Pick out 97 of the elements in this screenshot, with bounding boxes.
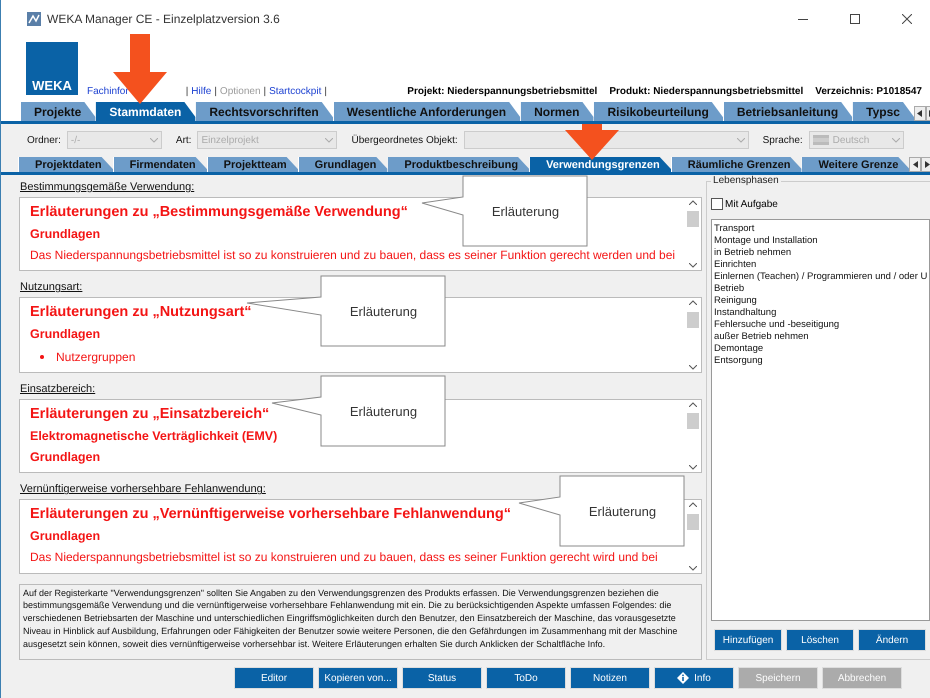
list-item[interactable]: Demontage [714,343,928,355]
list-action-button[interactable]: Hinzufügen [714,629,782,651]
close-icon[interactable] [902,14,912,24]
explanation-subheading: Grundlagen [30,327,100,342]
scrollbar-thumb[interactable] [687,211,700,228]
sub-tab[interactable]: Firmendaten [112,157,210,172]
action-button[interactable]: Status [402,667,482,689]
list-item[interactable]: Transport [714,223,928,235]
bullet-item: Nutzergruppen [56,350,136,364]
link-separator: | [214,86,217,97]
section-label: Bestimmungsgemäße Verwendung: [19,180,196,195]
list-item[interactable]: Einrichten [714,259,928,271]
window-title: WEKA Manager CE - Einzelplatzversion 3.6 [47,12,281,26]
list-item[interactable]: in Betrieb nehmen [714,247,928,259]
sub-tab[interactable]: Verwendungsgrenzen [529,157,674,172]
main-tab[interactable]: Typsc [852,102,917,121]
group-title: Lebensphasen [711,175,781,186]
scroll-down-icon[interactable] [689,465,698,470]
explanation-subheading: Grundlagen [30,529,100,544]
sub-tab[interactable]: Projektteam [206,157,301,172]
dropdown-caret-icon [736,138,745,142]
scroll-down-icon[interactable] [689,365,698,370]
main-tab[interactable]: Rechtsvorschriften [195,102,336,121]
explanation-heading: Erläuterungen zu „Bestimmungsgemäße Verwendung“ [30,204,408,220]
list-item[interactable]: Entsorgung [714,355,928,367]
list-action-button[interactable]: Ändern [858,629,926,651]
menu-link[interactable]: Fachinfor [87,86,129,97]
project-info: Projekt: Niederspannungsbetriebsmittel [407,86,598,97]
scroll-up-icon[interactable] [689,300,698,306]
scroll-up-icon[interactable] [689,200,698,205]
dropdown-caret-icon [325,138,334,142]
dropdown-caret-icon [892,138,900,142]
project-info: Verzeichnis: P1018547 [815,86,922,97]
action-button[interactable]: Kopieren von... [318,667,398,689]
filter-label: Ordner: [27,134,61,146]
explanation-text: Das Niederspannungsbetriebsmittel ist so zu konstruieren und zu bauen, dass es seiner Funktion gerecht wird und bei [30,550,658,564]
scrollbar-thumb[interactable] [687,312,700,328]
scroll-left-icon[interactable] [909,157,922,172]
action-button[interactable]: Editor [234,667,314,689]
action-button[interactable]: ToDo [486,667,566,689]
explanation-subheading: Grundlagen [30,450,100,464]
explanation-heading: Erläuterungen zu „Vernünftigerweise vorhersehbare Fehlanwendung“ [30,506,512,522]
checkbox-row[interactable]: Mit Aufgabe [711,198,930,210]
menu-link[interactable]: Startcockpit [269,86,322,97]
scroll-right-icon[interactable] [921,157,930,172]
sub-tab[interactable]: Projektdaten [18,157,116,172]
scroll-up-icon[interactable] [689,502,698,508]
filter-label: Übergeordnetes Objekt: [351,134,458,146]
section-label: Vernünftigerweise vorhersehbare Fehlanwendung: [19,482,267,498]
scrollbar-thumb[interactable] [687,413,700,430]
filter-label: Art: [176,134,192,146]
list-item[interactable]: Betrieb [714,283,928,295]
list-item[interactable]: Montage und Installation [714,235,928,247]
menu-link[interactable]: Hilfe [191,86,212,97]
list-item[interactable]: Fehlersuche und -beseitigung [714,319,928,331]
scrollbar[interactable] [685,298,702,372]
info-icon [677,672,690,684]
filter-label: Sprache: [762,134,803,146]
scrollbar[interactable] [685,500,702,573]
explanation-text: Das Niederspannungsbetriebsmittel ist so zu konstruieren und zu bauen, dass es seiner Funktion gerecht werden und bei [30,248,676,262]
explanation-heading: Erläuterungen zu „Nutzungsart“ [30,304,252,320]
app-icon [27,12,41,26]
explanation-subheading: Elektromagnetische Verträglichkeit (EMV) [30,429,278,444]
scroll-left-icon[interactable] [914,106,926,121]
section-label: Einsatzbereich: [19,382,96,398]
dropdown-caret-icon [150,138,158,142]
action-button[interactable]: Notizen [570,667,650,689]
scroll-up-icon[interactable] [689,402,698,408]
info-text: Auf der Registerkarte "Verwendungsgrenzen" sollten Sie Angaben zu den Verwendungsgrenzen des Produkts erfassen. Die Verwendungsgrenzen beziehen die bestimmungsgemäße Verwendung und die vernünftigerweise vorhersehbare Fehlanwendung mit ein. Die zu berücksichtigenden Aspekte umfassen Folgendes: die verschiedenen Betriebsarten der Maschine und unterschiedlichen Eingriffsmöglichkeiten durch den Benutzer, den Einsatzbereich der Maschine, das vorausgesetzte Niveau in Hinblick auf Ausbildung, Erfahrungen oder Fähigkeiten der Benutzer sowie weitere Personen, die den Gefährdungen im Zusammenhang mit der Maschine ausgesetzt sein können, soweit dies vernünftigerweise vorhersehbar ist. Weitere Erläuterungen erhalten Sie durch Anklicken der Schaltfläche Info. [19,584,702,660]
scrollbar-thumb[interactable] [687,514,700,530]
logo: WEKA [26,42,78,95]
scroll-down-icon[interactable] [689,263,698,268]
main-tab[interactable]: Risikobeurteilung [593,102,726,121]
scroll-down-icon[interactable] [689,566,698,571]
explanation-heading: Erläuterungen zu „Einsatzbereich“ [30,406,270,422]
explanation-subheading: Grundlagen [30,227,100,241]
link-separator: | [186,86,188,97]
scrollbar[interactable] [685,400,702,472]
list-item[interactable]: Instandhaltung [714,307,928,319]
list-item[interactable]: Einlernen (Teachen) / Programmieren und / oder U [714,271,928,283]
section-label: Nutzungsart: [19,280,84,296]
callout: Erläuterung [421,175,588,247]
minimize-icon[interactable] [798,18,808,20]
list-action-button[interactable]: Löschen [786,629,854,651]
action-button[interactable]: Info [654,667,734,689]
scrollbar[interactable] [685,198,702,270]
link-separator: | [264,86,266,97]
project-info: Produkt: Niederspannungsbetriebsmittel [609,86,804,97]
bullet-icon [40,355,44,359]
list-item[interactable]: außer Betrieb nehmen [714,331,928,343]
callout: Erläuterung [518,475,685,547]
maximize-icon[interactable] [850,14,860,24]
list-item[interactable]: Reinigung [714,295,928,307]
link-separator: | [324,86,327,97]
pointer-arrow [565,124,619,160]
checkbox[interactable] [711,198,724,210]
flag-icon [812,135,829,145]
